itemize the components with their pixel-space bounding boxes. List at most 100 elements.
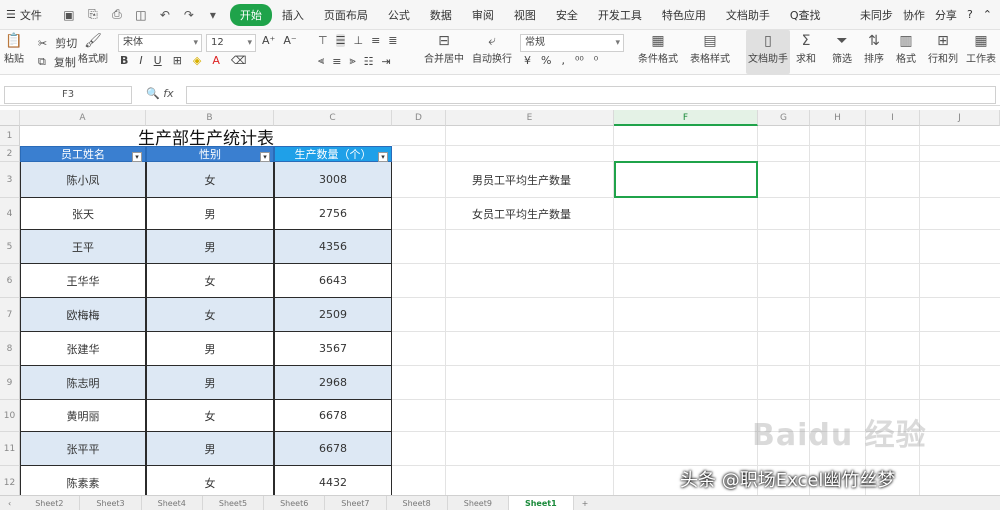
table-cell[interactable]: 3567 bbox=[274, 332, 392, 366]
table-cell[interactable]: 3008 bbox=[274, 162, 392, 198]
table-cell[interactable]: 4432 bbox=[274, 466, 392, 495]
row-header-6[interactable]: 6 bbox=[0, 264, 20, 298]
row-header-9[interactable]: 9 bbox=[0, 366, 20, 400]
copy-button[interactable]: ⧉ 复制 bbox=[38, 54, 76, 70]
table-cell[interactable]: 男 bbox=[146, 366, 274, 400]
col-header-J[interactable]: J bbox=[920, 110, 1000, 126]
filter-dropdown-icon[interactable]: ▾ bbox=[260, 152, 270, 162]
minimize-ribbon-icon[interactable]: ⌃ bbox=[983, 8, 992, 21]
table-cell[interactable]: 男 bbox=[146, 230, 274, 264]
row-header-8[interactable]: 8 bbox=[0, 332, 20, 366]
bold-icon[interactable]: B bbox=[120, 54, 128, 67]
decrease-decimal-icon[interactable]: ⁰ bbox=[594, 54, 598, 67]
tab-4[interactable]: 数据 bbox=[420, 4, 462, 26]
sheet-tab-6[interactable]: Sheet8 bbox=[387, 495, 448, 510]
font-grow-icon[interactable]: A⁺ bbox=[262, 34, 275, 47]
row-header-10[interactable]: 10 bbox=[0, 400, 20, 432]
print-icon[interactable]: ⎙ bbox=[108, 6, 126, 24]
sheet-tab-7[interactable]: Sheet9 bbox=[448, 495, 509, 510]
sheet-tab-5[interactable]: Sheet7 bbox=[325, 495, 387, 510]
sort-button[interactable]: ⇅ 排序 bbox=[864, 32, 884, 65]
table-header-1[interactable]: 性别 ▾ bbox=[146, 146, 274, 162]
col-header-C[interactable]: C bbox=[274, 110, 392, 126]
tab-11[interactable]: Q查找 bbox=[780, 4, 831, 26]
export-icon[interactable]: ⎘ bbox=[84, 6, 102, 24]
underline-icon[interactable]: U bbox=[154, 54, 162, 67]
align-top-icon[interactable]: ⊤ bbox=[318, 34, 328, 47]
table-cell[interactable]: 张天 bbox=[20, 198, 146, 230]
row-header-12[interactable]: 12 bbox=[0, 466, 20, 495]
tab-6[interactable]: 视图 bbox=[504, 4, 546, 26]
row-header-2[interactable]: 2 bbox=[0, 146, 20, 162]
tab-0[interactable]: 开始 bbox=[229, 3, 272, 26]
share-button[interactable]: 分享 bbox=[935, 7, 957, 23]
currency-icon[interactable]: ¥ bbox=[524, 54, 531, 67]
align-justify-right-icon[interactable]: ⫸ bbox=[349, 54, 355, 68]
sheet-tab-active[interactable]: Sheet1 bbox=[508, 495, 574, 510]
fx-icon[interactable]: 🔍 fx bbox=[146, 87, 174, 100]
align-middle-icon[interactable]: ☰ bbox=[335, 34, 346, 47]
row-header-7[interactable]: 7 bbox=[0, 298, 20, 332]
align-justify-left-icon[interactable]: ⫷ bbox=[318, 54, 324, 68]
sheet-nav-prev-icon[interactable]: ‹ bbox=[0, 499, 19, 508]
tab-1[interactable]: 插入 bbox=[272, 4, 314, 26]
col-header-D[interactable]: D bbox=[392, 110, 446, 126]
sheet-title[interactable]: 生产部生产统计表 bbox=[20, 126, 392, 149]
font-name-select[interactable]: 宋体 bbox=[118, 34, 202, 52]
redo-icon[interactable]: ↷ bbox=[180, 6, 198, 24]
file-menu[interactable]: ☰ 文件 bbox=[0, 7, 48, 23]
table-cell[interactable]: 男 bbox=[146, 198, 274, 230]
table-style-button[interactable]: ▤ 表格样式 bbox=[690, 32, 730, 65]
sheet-tab-2[interactable]: Sheet4 bbox=[142, 495, 203, 510]
tab-2[interactable]: 页面布局 bbox=[314, 4, 378, 26]
increase-decimal-icon[interactable]: ⁰⁰ bbox=[575, 54, 584, 67]
align-left-icon[interactable]: ≡ bbox=[371, 34, 380, 47]
table-cell[interactable]: 张平平 bbox=[20, 432, 146, 466]
doc-assistant-button[interactable]: ▯ 文档助手 bbox=[746, 30, 790, 74]
table-cell[interactable]: 2756 bbox=[274, 198, 392, 230]
sum-button[interactable]: Σ 求和 bbox=[796, 32, 816, 65]
table-cell[interactable]: 4356 bbox=[274, 230, 392, 264]
sheet-tab-4[interactable]: Sheet6 bbox=[264, 495, 326, 510]
format-button[interactable]: ▥ 格式 bbox=[896, 32, 916, 65]
table-header-0[interactable]: 员工姓名 ▾ bbox=[20, 146, 146, 162]
table-header-2[interactable]: 生产数量（个） ▾ bbox=[274, 146, 392, 162]
row-header-4[interactable]: 4 bbox=[0, 198, 20, 230]
col-header-E[interactable]: E bbox=[446, 110, 614, 126]
align-right-icon[interactable]: ≣ bbox=[388, 34, 397, 47]
undo-icon[interactable]: ↶ bbox=[156, 6, 174, 24]
male-avg-label[interactable]: 男员工平均生产数量 bbox=[466, 162, 636, 198]
preview-icon[interactable]: ◫ bbox=[132, 6, 150, 24]
table-cell[interactable]: 男 bbox=[146, 432, 274, 466]
sync-status[interactable]: 未同步 bbox=[860, 7, 893, 23]
table-cell[interactable]: 陈小凤 bbox=[20, 162, 146, 198]
table-cell[interactable]: 女 bbox=[146, 264, 274, 298]
table-cell[interactable]: 女 bbox=[146, 298, 274, 332]
row-header-1[interactable]: 1 bbox=[0, 126, 20, 146]
table-cell[interactable]: 2968 bbox=[274, 366, 392, 400]
sheet-tab-1[interactable]: Sheet3 bbox=[80, 495, 142, 510]
border-icon[interactable]: ⊞ bbox=[173, 54, 182, 67]
col-header-H[interactable]: H bbox=[810, 110, 866, 126]
table-cell[interactable]: 陈志明 bbox=[20, 366, 146, 400]
table-cell[interactable]: 女 bbox=[146, 466, 274, 495]
collab-button[interactable]: 协作 bbox=[903, 7, 925, 23]
table-cell[interactable]: 王平 bbox=[20, 230, 146, 264]
paste-button[interactable]: 📋 粘贴 bbox=[4, 32, 24, 65]
more-icon[interactable]: ▾ bbox=[204, 6, 222, 24]
percent-icon[interactable]: % bbox=[541, 54, 551, 67]
wrap-text-button[interactable]: ⤶ 自动换行 bbox=[472, 32, 512, 65]
row-col-button[interactable]: ⊞ 行和列 bbox=[928, 32, 958, 65]
tab-8[interactable]: 开发工具 bbox=[588, 4, 652, 26]
table-cell[interactable]: 2509 bbox=[274, 298, 392, 332]
table-cell[interactable]: 男 bbox=[146, 332, 274, 366]
filter-dropdown-icon[interactable]: ▾ bbox=[132, 152, 142, 162]
table-cell[interactable]: 王华华 bbox=[20, 264, 146, 298]
format-painter-button[interactable]: 🖌 格式刷 bbox=[78, 32, 108, 65]
cut-button[interactable]: ✂ 剪切 bbox=[38, 35, 77, 51]
col-header-A[interactable]: A bbox=[20, 110, 146, 126]
font-color-icon[interactable]: A bbox=[212, 54, 220, 67]
tab-9[interactable]: 特色应用 bbox=[652, 4, 716, 26]
align-center-icon[interactable]: ≡ bbox=[332, 55, 341, 68]
table-cell[interactable]: 女 bbox=[146, 162, 274, 198]
